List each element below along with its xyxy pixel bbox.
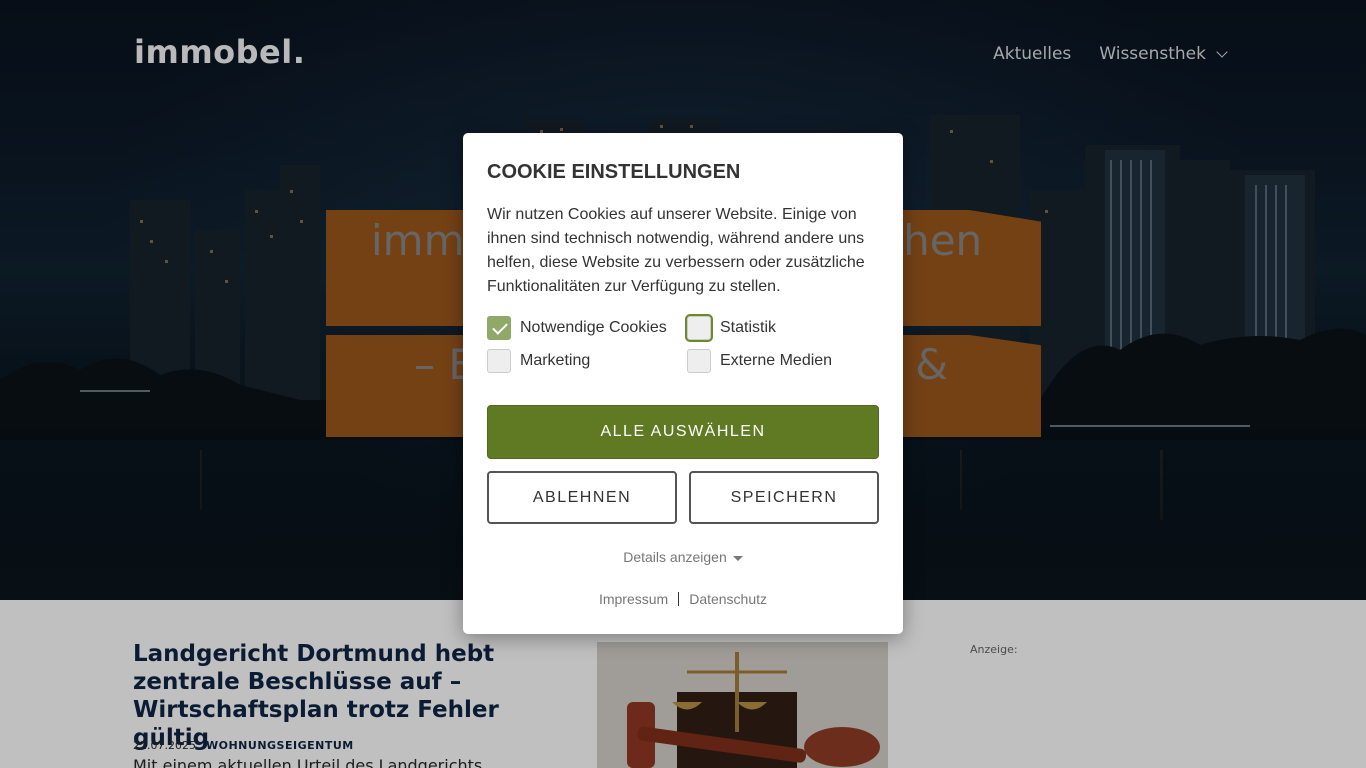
- checkbox-label: Statistik: [720, 319, 777, 336]
- checkbox-box[interactable]: [487, 316, 511, 340]
- chevron-down-icon: [1216, 46, 1228, 58]
- cookie-settings-modal: COOKIE EINSTELLUNGEN Wir nutzen Cookies …: [463, 133, 903, 634]
- checkbox-label: Externe Medien: [720, 352, 833, 369]
- checkbox-label: Notwendige Cookies: [520, 319, 667, 336]
- checkbox-marketing[interactable]: Marketing: [487, 349, 590, 373]
- site-logo[interactable]: immobel.: [134, 33, 305, 71]
- modal-description: Wir nutzen Cookies auf unserer Website. …: [487, 206, 865, 295]
- nav-item-wissensthek[interactable]: Wissensthek: [1099, 44, 1228, 64]
- reject-button[interactable]: ABLEHNEN: [487, 471, 677, 524]
- checkbox-necessary-cookies[interactable]: Notwendige Cookies: [487, 316, 667, 340]
- checkbox-label: Marketing: [520, 352, 591, 369]
- nav-label: Wissensthek: [1099, 44, 1206, 64]
- modal-footer-links: Impressum Datenschutz: [463, 591, 903, 607]
- main-nav: Aktuelles Wissensthek: [993, 44, 1228, 64]
- save-button[interactable]: SPEICHERN: [689, 471, 879, 524]
- details-toggle[interactable]: Details anzeigen: [463, 549, 903, 565]
- link-separator: [678, 592, 680, 606]
- nav-item-aktuelles[interactable]: Aktuelles: [993, 44, 1071, 64]
- impressum-link[interactable]: Impressum: [599, 591, 668, 607]
- checkbox-box[interactable]: [487, 349, 511, 373]
- checkbox-box[interactable]: [687, 316, 711, 340]
- checkbox-box[interactable]: [687, 349, 711, 373]
- modal-title: COOKIE EINSTELLUNGEN: [487, 161, 741, 183]
- accept-all-button[interactable]: ALLE AUSWÄHLEN: [487, 405, 879, 459]
- checkbox-externe-medien[interactable]: Externe Medien: [687, 349, 832, 373]
- details-label: Details anzeigen: [623, 549, 727, 565]
- caret-down-icon: [732, 555, 743, 561]
- datenschutz-link[interactable]: Datenschutz: [689, 591, 767, 607]
- nav-label: Aktuelles: [993, 44, 1072, 64]
- checkbox-statistik[interactable]: Statistik: [687, 316, 776, 340]
